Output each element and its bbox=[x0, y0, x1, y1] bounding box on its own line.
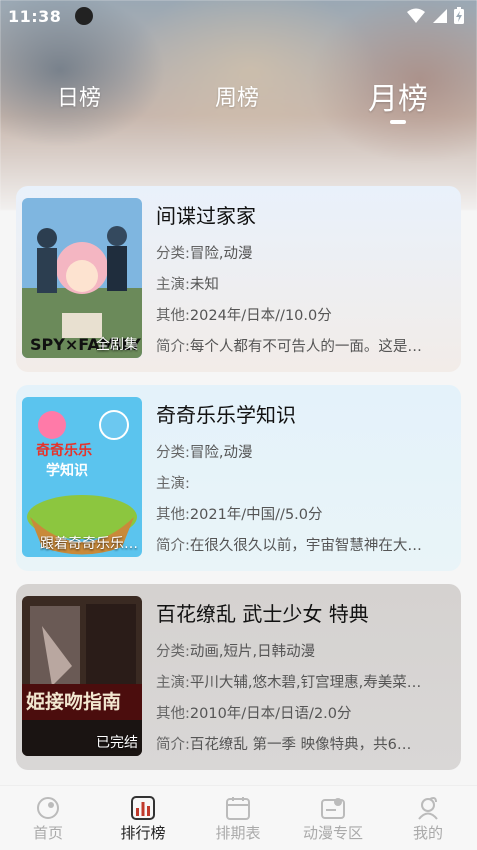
cast-value: 未知 bbox=[189, 277, 219, 293]
list-item[interactable]: SPY×FAMILY 全剧集 间谍过家家 分类:冒险,动漫 主演:未知 其他:2… bbox=[16, 186, 461, 372]
other-label: 其他: bbox=[156, 706, 190, 722]
intro-label: 简介: bbox=[156, 737, 190, 753]
other-label: 其他: bbox=[156, 308, 190, 324]
category-label: 分类: bbox=[156, 445, 190, 461]
tab-ranking-label: 排行榜 bbox=[120, 824, 166, 842]
item-title[interactable]: 百花缭乱 武士少女 特典 bbox=[156, 598, 452, 627]
poster-image[interactable]: 奇奇乐乐 学知识 跟着奇奇乐乐… bbox=[22, 397, 142, 557]
cast-row: 主演:平川大辅,悠木碧,钉宫理惠,寿美菜… bbox=[156, 668, 452, 699]
intro-row: 简介:每个人都有不可告人的一面。这是… bbox=[156, 332, 452, 363]
signal-icon bbox=[433, 9, 447, 23]
category-value: 冒险,动漫 bbox=[189, 445, 253, 461]
item-info: 间谍过家家 分类:冒险,动漫 主演:未知 其他:2024年/日本//10.0分 … bbox=[156, 200, 452, 363]
tab-home[interactable]: 首页 bbox=[3, 786, 93, 850]
ranking-tabs: 日榜 周榜 月榜 bbox=[0, 70, 477, 130]
category-row: 分类:冒险,动漫 bbox=[156, 239, 452, 270]
tab-anime-zone-label: 动漫专区 bbox=[302, 824, 363, 842]
wifi-icon bbox=[407, 8, 425, 23]
tab-indicator bbox=[390, 120, 406, 124]
item-info: 百花缭乱 武士少女 特典 分类:动画,短片,日韩动漫 主演:平川大辅,悠木碧,钉… bbox=[156, 598, 452, 761]
tab-profile-label: 我的 bbox=[412, 824, 443, 842]
camera-cutout bbox=[75, 7, 94, 25]
intro-label: 简介: bbox=[156, 339, 190, 355]
tab-daily[interactable]: 日榜 bbox=[57, 80, 101, 112]
intro-value: 每个人都有不可告人的一面。这是… bbox=[189, 339, 422, 355]
ranking-icon bbox=[131, 796, 155, 820]
svg-text:奇奇乐乐: 奇奇乐乐 bbox=[36, 442, 92, 459]
cast-label: 主演: bbox=[156, 277, 190, 293]
status-badge: 已完结 bbox=[96, 735, 138, 751]
list-item[interactable]: 姫接吻指南 已完结 百花缭乱 武士少女 特典 分类:动画,短片,日韩动漫 主演:… bbox=[16, 584, 461, 770]
profile-icon bbox=[418, 797, 438, 820]
calendar-icon bbox=[226, 797, 250, 820]
other-value: 2021年/中国//5.0分 bbox=[189, 507, 323, 523]
status-bar: 11:38 bbox=[0, 0, 477, 32]
anime-zone-icon bbox=[321, 798, 345, 819]
poster-image[interactable]: SPY×FAMILY 全剧集 bbox=[22, 198, 142, 358]
category-row: 分类:冒险,动漫 bbox=[156, 438, 452, 469]
category-label: 分类: bbox=[156, 246, 190, 262]
cast-label: 主演: bbox=[156, 476, 190, 492]
other-row: 其他:2010年/日本/日语/2.0分 bbox=[156, 699, 452, 730]
tab-ranking[interactable]: 排行榜 bbox=[98, 786, 188, 850]
other-label: 其他: bbox=[156, 507, 190, 523]
other-row: 其他:2024年/日本//10.0分 bbox=[156, 301, 452, 332]
bottom-tab-bar: 首页 排行榜 排期表 动漫专区 我的 bbox=[0, 785, 477, 850]
item-title[interactable]: 奇奇乐乐学知识 bbox=[156, 399, 452, 428]
tab-anime-zone[interactable]: 动漫专区 bbox=[288, 786, 378, 850]
category-row: 分类:动画,短片,日韩动漫 bbox=[156, 637, 452, 668]
other-row: 其他:2021年/中国//5.0分 bbox=[156, 500, 452, 531]
tab-profile[interactable]: 我的 bbox=[383, 786, 473, 850]
list-item[interactable]: 奇奇乐乐 学知识 跟着奇奇乐乐… 奇奇乐乐学知识 分类:冒险,动漫 主演: 其他… bbox=[16, 385, 461, 571]
poster-title-text: 姫接吻指南 bbox=[26, 690, 121, 713]
cast-row: 主演: bbox=[156, 469, 452, 500]
cast-label: 主演: bbox=[156, 675, 190, 691]
tab-home-label: 首页 bbox=[32, 824, 63, 842]
clock: 11:38 bbox=[8, 6, 62, 26]
other-value: 2010年/日本/日语/2.0分 bbox=[189, 706, 352, 722]
tab-monthly[interactable]: 月榜 bbox=[368, 74, 428, 118]
cast-row: 主演:未知 bbox=[156, 270, 452, 301]
other-value: 2024年/日本//10.0分 bbox=[189, 308, 332, 324]
tab-schedule[interactable]: 排期表 bbox=[193, 786, 283, 850]
intro-row: 简介:在很久很久以前，宇宙智慧神在大… bbox=[156, 531, 452, 562]
category-value: 动画,短片,日韩动漫 bbox=[189, 644, 316, 660]
battery-icon bbox=[454, 7, 464, 24]
intro-label: 简介: bbox=[156, 538, 190, 554]
poster-image[interactable]: 姫接吻指南 已完结 bbox=[22, 596, 142, 756]
intro-value: 百花缭乱 第一季 映像特典，共6… bbox=[189, 737, 412, 753]
category-label: 分类: bbox=[156, 644, 190, 660]
tab-schedule-label: 排期表 bbox=[215, 824, 261, 842]
category-value: 冒险,动漫 bbox=[189, 246, 253, 262]
tab-weekly[interactable]: 周榜 bbox=[215, 80, 259, 112]
item-title[interactable]: 间谍过家家 bbox=[156, 200, 452, 229]
ranking-list: SPY×FAMILY 全剧集 间谍过家家 分类:冒险,动漫 主演:未知 其他:2… bbox=[16, 186, 461, 783]
intro-value: 在很久很久以前，宇宙智慧神在大… bbox=[189, 538, 422, 554]
cast-value: 平川大辅,悠木碧,钉宫理惠,寿美菜… bbox=[189, 675, 422, 691]
status-badge: 全剧集 bbox=[96, 337, 138, 353]
home-icon bbox=[37, 797, 59, 819]
intro-row: 简介:百花缭乱 第一季 映像特典，共6… bbox=[156, 730, 452, 761]
item-info: 奇奇乐乐学知识 分类:冒险,动漫 主演: 其他:2021年/中国//5.0分 简… bbox=[156, 399, 452, 562]
svg-text:学知识: 学知识 bbox=[46, 462, 88, 479]
status-badge: 跟着奇奇乐乐… bbox=[40, 536, 138, 552]
